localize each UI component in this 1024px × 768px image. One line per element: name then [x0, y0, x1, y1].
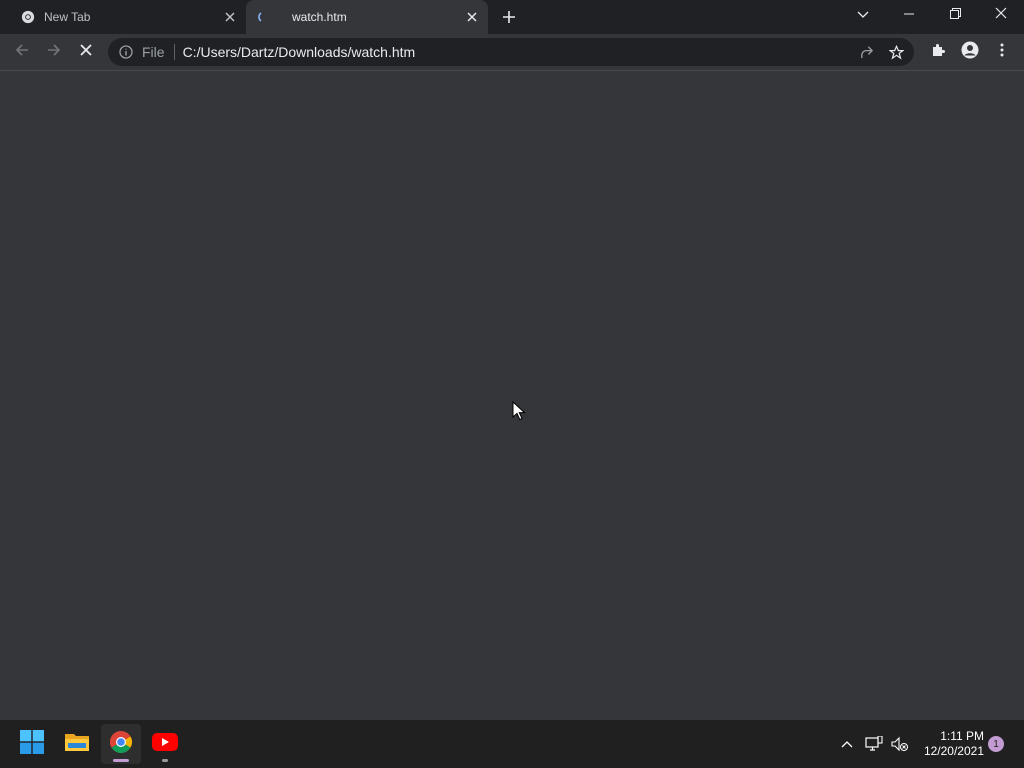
youtube-taskbar-button[interactable] [145, 724, 185, 764]
share-icon[interactable] [854, 40, 878, 64]
start-button[interactable] [12, 724, 52, 764]
running-app-indicator [162, 759, 168, 762]
windows-start-icon [20, 729, 44, 759]
chevron-up-icon [841, 735, 853, 753]
close-icon [995, 6, 1007, 24]
back-button[interactable] [10, 40, 34, 64]
new-tab-button[interactable] [498, 6, 520, 28]
avatar-icon [961, 41, 979, 64]
kebab-menu-icon [1000, 43, 1004, 62]
clock-date: 12/20/2021 [923, 744, 984, 758]
tab-new-tab[interactable]: New Tab [0, 0, 246, 34]
chrome-icon [109, 730, 133, 759]
page-content[interactable] [0, 71, 1024, 720]
chevron-down-icon [857, 6, 869, 24]
loading-spinner-icon [256, 9, 272, 25]
minimize-icon [904, 6, 914, 24]
arrow-left-icon [14, 42, 30, 63]
tab-title: watch.htm [292, 10, 347, 24]
info-icon[interactable] [118, 44, 134, 60]
clock-time: 1:11 PM [940, 729, 984, 743]
profile-button[interactable] [958, 40, 982, 64]
bookmark-star-icon[interactable] [884, 40, 908, 64]
close-tab-icon[interactable] [462, 7, 482, 27]
system-clock[interactable]: 1:11 PM 12/20/2021 [918, 729, 984, 759]
minimize-button[interactable] [886, 0, 932, 30]
close-tab-icon[interactable] [220, 7, 240, 27]
menu-button[interactable] [990, 40, 1014, 64]
active-app-indicator [113, 759, 129, 762]
address-bar[interactable]: File C:/Users/Dartz/Downloads/watch.htm [108, 38, 914, 66]
folder-icon [64, 731, 90, 758]
tab-watch-htm[interactable]: watch.htm [246, 0, 488, 34]
tab-strip: New Tab watch.htm [0, 0, 1024, 34]
chrome-taskbar-button[interactable] [101, 724, 141, 764]
mouse-cursor-icon [512, 400, 526, 426]
chrome-icon [20, 9, 36, 25]
notification-badge[interactable]: 1 [988, 736, 1004, 752]
volume-muted-icon[interactable] [890, 734, 910, 754]
network-icon[interactable] [864, 734, 884, 754]
close-window-button[interactable] [978, 0, 1024, 30]
file-explorer-button[interactable] [57, 724, 97, 764]
youtube-icon [152, 732, 178, 756]
forward-button[interactable] [42, 40, 66, 64]
browser-toolbar: File C:/Users/Dartz/Downloads/watch.htm [0, 34, 1024, 70]
show-hidden-icons-button[interactable] [837, 734, 857, 754]
close-icon [79, 43, 93, 62]
extensions-button[interactable] [926, 40, 950, 64]
restore-icon [949, 6, 961, 24]
puzzle-icon [930, 42, 946, 63]
tab-title: New Tab [44, 10, 91, 24]
restore-button[interactable] [932, 0, 978, 30]
stop-loading-button[interactable] [74, 40, 98, 64]
arrow-right-icon [46, 42, 62, 63]
taskbar: 1:11 PM 12/20/2021 [0, 720, 1024, 768]
url-scheme-label: File [142, 44, 165, 60]
omnibox-separator [173, 44, 175, 60]
tab-search-button[interactable] [853, 5, 873, 25]
url-text[interactable]: C:/Users/Dartz/Downloads/watch.htm [183, 44, 854, 60]
